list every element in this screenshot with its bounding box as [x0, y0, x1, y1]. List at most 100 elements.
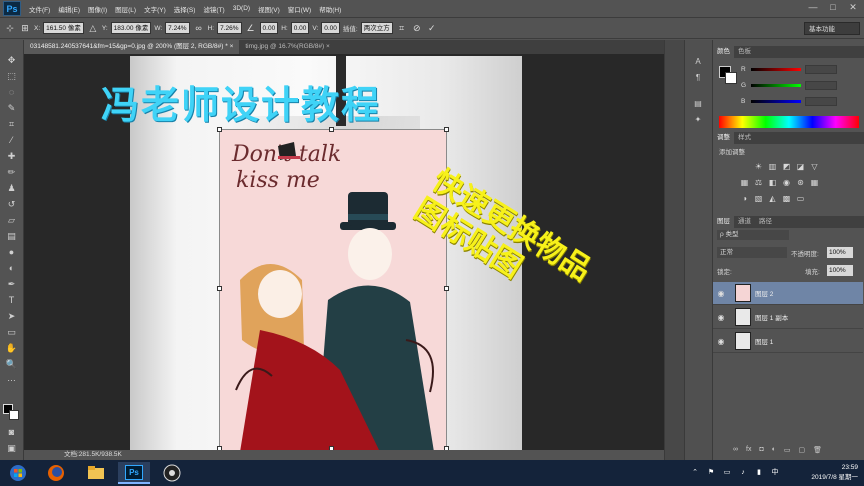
mask-icon[interactable]: ◘ [759, 446, 763, 456]
crop-tool-icon[interactable]: ⌗ [3, 118, 20, 131]
more-tools-icon[interactable]: … [3, 372, 20, 385]
blur-tool-icon[interactable]: ● [3, 246, 20, 259]
tab-styles[interactable]: 样式 [734, 132, 755, 144]
balance-icon[interactable]: ⚖ [753, 178, 764, 188]
link-icon[interactable]: ∞ [193, 22, 205, 34]
clock[interactable]: 23:59 2019/7/8 星期一 [811, 463, 858, 483]
curves-icon[interactable]: ◩ [781, 162, 792, 172]
red-value-field[interactable] [805, 64, 837, 74]
posterize-icon[interactable]: ▧ [753, 194, 764, 204]
shape-tool-icon[interactable]: ▭ [3, 326, 20, 339]
tab-color[interactable]: 颜色 [713, 46, 734, 58]
layer-row-1[interactable]: ◉ 图层 1 [713, 330, 863, 353]
menu-view[interactable]: 视图(V) [254, 4, 284, 14]
menu-filter[interactable]: 滤镜(T) [199, 4, 228, 14]
move-tool-icon[interactable]: ✥ [3, 54, 20, 67]
quick-select-icon[interactable]: ✎ [3, 102, 20, 115]
maximize-button[interactable]: □ [826, 2, 840, 13]
w-field[interactable]: 7.24% [165, 22, 190, 34]
stamp-tool-icon[interactable]: ♟ [3, 182, 20, 195]
new-layer-icon[interactable]: ▢ [799, 446, 806, 456]
pen-tool-icon[interactable]: ✒ [3, 278, 20, 291]
hue-icon[interactable]: ▦ [739, 178, 750, 188]
obs-icon[interactable] [156, 462, 188, 484]
angle-field[interactable]: 0.00 [259, 22, 279, 34]
green-slider[interactable] [751, 83, 801, 87]
tray-battery-icon[interactable]: ▮ [754, 468, 764, 478]
warp-icon[interactable]: ⌗ [396, 22, 408, 34]
transform-handle-ml[interactable] [217, 286, 222, 291]
levels-icon[interactable]: ▥ [767, 162, 778, 172]
tab-channels[interactable]: 通道 [734, 216, 755, 228]
commit-icon[interactable]: ✓ [426, 22, 438, 34]
eye-icon[interactable]: ◉ [713, 289, 729, 298]
poster-layer[interactable]: Don't talk kiss me [219, 129, 447, 450]
menu-help[interactable]: 帮助(H) [315, 4, 345, 14]
tray-flag-icon[interactable]: ⚑ [706, 468, 716, 478]
menu-window[interactable]: 窗口(W) [284, 4, 315, 14]
delta-icon[interactable]: △ [87, 22, 99, 34]
character-panel-icon[interactable]: A [691, 56, 705, 68]
dodge-tool-icon[interactable]: ◐ [3, 262, 20, 275]
paragraph-panel-icon[interactable]: ¶ [691, 72, 705, 84]
threshold-icon[interactable]: ◭ [767, 194, 778, 204]
layer-row-2[interactable]: ◉ 图层 2 [713, 282, 863, 305]
fill-field[interactable]: 100% [827, 265, 853, 276]
red-slider[interactable] [751, 67, 801, 71]
menu-image[interactable]: 图像(I) [84, 4, 111, 14]
eyedropper-icon[interactable]: ⁄ [3, 134, 20, 147]
start-button[interactable] [2, 462, 34, 484]
menu-3d[interactable]: 3D(D) [229, 5, 254, 12]
quick-mask-icon[interactable]: ◙ [3, 426, 20, 439]
background-color-swatch[interactable] [9, 410, 19, 420]
tray-up-icon[interactable]: ⌃ [690, 468, 700, 478]
tab-layers[interactable]: 图层 [713, 216, 734, 228]
brightness-icon[interactable]: ☀ [753, 162, 764, 172]
cancel-icon[interactable]: ⊘ [411, 22, 423, 34]
menu-edit[interactable]: 编辑(E) [54, 4, 84, 14]
lasso-tool-icon[interactable]: ◌ [3, 86, 20, 99]
photoshop-task-icon[interactable]: Ps [118, 462, 150, 484]
green-value-field[interactable] [805, 80, 837, 90]
gradient-map-icon[interactable]: ▭ [795, 194, 806, 204]
layer-row-1-copy[interactable]: ◉ 图层 1 副本 [713, 306, 863, 329]
vskew-field[interactable]: 0.00 [321, 22, 340, 34]
selective-color-icon[interactable]: ▩ [781, 194, 792, 204]
tray-ime-icon[interactable]: 中 [770, 468, 780, 478]
lookup-icon[interactable]: ▦ [809, 178, 820, 188]
minimize-button[interactable]: — [806, 2, 820, 13]
menu-select[interactable]: 选择(S) [170, 4, 200, 14]
menu-file[interactable]: 文件(F) [25, 4, 54, 14]
gradient-tool-icon[interactable]: ▤ [3, 230, 20, 243]
screen-mode-icon[interactable]: ▣ [3, 442, 20, 455]
eraser-tool-icon[interactable]: ▱ [3, 214, 20, 227]
interp-select[interactable]: 两次立方 [360, 22, 393, 34]
path-select-icon[interactable]: ➤ [3, 310, 20, 323]
blue-slider[interactable] [751, 99, 801, 103]
history-panel-icon[interactable]: ▤ [691, 98, 705, 110]
tab-adjustments[interactable]: 调整 [713, 132, 734, 144]
color-spectrum[interactable] [719, 116, 859, 128]
workspace-select[interactable]: 基本功能 [804, 22, 860, 35]
eye-icon[interactable]: ◉ [713, 313, 729, 322]
tray-volume-icon[interactable]: ♪ [738, 468, 748, 478]
zoom-tool-icon[interactable]: 🔍 [3, 358, 20, 371]
exposure-icon[interactable]: ◪ [795, 162, 806, 172]
trash-icon[interactable]: 🗑 [813, 446, 822, 456]
y-field[interactable]: 183.00 像素 [110, 22, 152, 34]
color-bg-swatch[interactable] [725, 72, 737, 84]
adjustment-layer-icon[interactable]: ◐ [772, 446, 776, 456]
tray-network-icon[interactable]: ▭ [722, 468, 732, 478]
x-field[interactable]: 161.50 像素 [43, 22, 84, 34]
tab-paths[interactable]: 路径 [755, 216, 776, 228]
transform-handle-tr[interactable] [444, 127, 449, 132]
history-brush-icon[interactable]: ↺ [3, 198, 20, 211]
tab-swatches[interactable]: 色板 [734, 46, 755, 58]
canvas-area[interactable]: Don't talk kiss me 冯老师设计教程 快速更换物品 图标贴图 [24, 54, 664, 450]
group-icon[interactable]: ▭ [784, 446, 791, 456]
bw-icon[interactable]: ◧ [767, 178, 778, 188]
fx-icon[interactable]: fx [746, 446, 751, 456]
marquee-tool-icon[interactable]: ⬚ [3, 70, 20, 83]
blend-mode-select[interactable]: 正常 [717, 247, 787, 258]
invert-icon[interactable]: ◑ [739, 194, 750, 204]
